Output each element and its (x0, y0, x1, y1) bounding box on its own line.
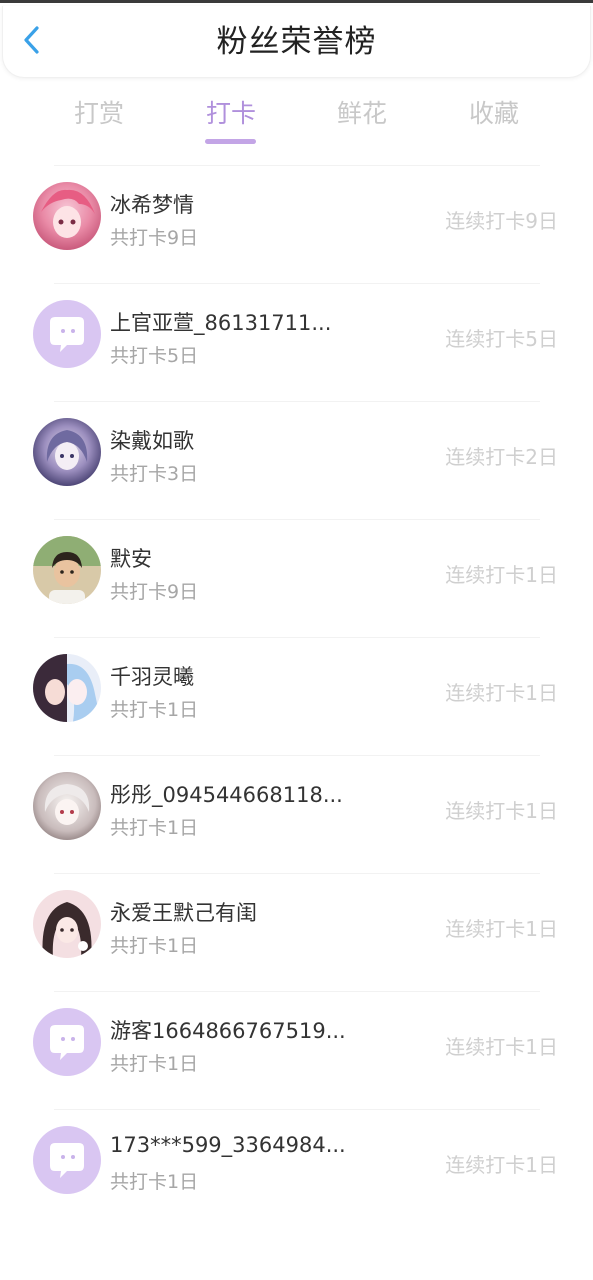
fan-name: 173***599_3364984... (110, 1133, 346, 1157)
streak-checkins: 连续打卡1日 (445, 1035, 558, 1059)
avatar (33, 300, 101, 368)
total-checkins: 共打卡9日 (110, 581, 199, 603)
active-tab-indicator (205, 139, 256, 144)
avatar (33, 418, 101, 486)
streak-checkins: 连续打卡1日 (445, 799, 558, 823)
avatar (33, 182, 101, 250)
list-item[interactable]: 千羽灵曦 共打卡1日 连续打卡1日 (0, 637, 593, 755)
streak-checkins: 连续打卡1日 (445, 681, 558, 705)
divider (54, 755, 540, 756)
divider (54, 873, 540, 874)
fan-name: 彤彤_094544668118... (110, 783, 343, 807)
list-item[interactable]: 游客1664866767519... 共打卡1日 连续打卡1日 (0, 991, 593, 1109)
list-item[interactable]: 默安 共打卡9日 连续打卡1日 (0, 519, 593, 637)
fan-name: 染戴如歌 (110, 429, 194, 453)
fan-name: 永爱王默己有闺 (110, 901, 257, 925)
list-item[interactable]: 173***599_3364984... 共打卡1日 连续打卡1日 (0, 1109, 593, 1227)
divider (54, 519, 540, 520)
chat-bubble-icon (33, 1126, 101, 1194)
tab-bar: 打赏 打卡 鲜花 收藏 (0, 84, 593, 154)
fan-name: 游客1664866767519... (110, 1019, 346, 1043)
avatar (33, 1126, 101, 1194)
divider (54, 1109, 540, 1110)
fan-name: 千羽灵曦 (110, 665, 194, 689)
divider (54, 637, 540, 638)
streak-checkins: 连续打卡1日 (445, 563, 558, 587)
total-checkins: 共打卡1日 (110, 699, 199, 721)
list-item[interactable]: 冰希梦情 共打卡9日 连续打卡9日 (0, 165, 593, 283)
total-checkins: 共打卡9日 (110, 227, 199, 249)
divider (54, 165, 540, 166)
avatar (33, 890, 101, 958)
total-checkins: 共打卡1日 (110, 817, 199, 839)
avatar (33, 772, 101, 840)
list-item[interactable]: 上官亚萱_86131711... 共打卡5日 连续打卡5日 (0, 283, 593, 401)
avatar (33, 536, 101, 604)
total-checkins: 共打卡5日 (110, 345, 199, 367)
list-item[interactable]: 彤彤_094544668118... 共打卡1日 连续打卡1日 (0, 755, 593, 873)
avatar (33, 654, 101, 722)
divider (54, 401, 540, 402)
page-title: 粉丝荣誉榜 (216, 24, 377, 60)
divider (54, 283, 540, 284)
streak-checkins: 连续打卡5日 (445, 327, 558, 351)
chat-bubble-icon (33, 300, 101, 368)
total-checkins: 共打卡1日 (110, 1171, 199, 1193)
tab-favorites[interactable]: 收藏 (439, 94, 549, 130)
divider (54, 991, 540, 992)
chat-bubble-icon (33, 1008, 101, 1076)
tab-flowers[interactable]: 鲜花 (307, 94, 417, 130)
avatar (33, 1008, 101, 1076)
streak-checkins: 连续打卡9日 (445, 209, 558, 233)
streak-checkins: 连续打卡1日 (445, 917, 558, 941)
streak-checkins: 连续打卡2日 (445, 445, 558, 469)
list-item[interactable]: 永爱王默己有闺 共打卡1日 连续打卡1日 (0, 873, 593, 991)
tab-checkin[interactable]: 打卡 (176, 94, 286, 130)
total-checkins: 共打卡3日 (110, 463, 199, 485)
streak-checkins: 连续打卡1日 (445, 1153, 558, 1177)
total-checkins: 共打卡1日 (110, 935, 199, 957)
fan-name: 默安 (110, 547, 152, 571)
tab-reward[interactable]: 打赏 (44, 94, 154, 130)
fan-name: 冰希梦情 (110, 193, 194, 217)
list-item[interactable]: 染戴如歌 共打卡3日 连续打卡2日 (0, 401, 593, 519)
fan-name: 上官亚萱_86131711... (110, 311, 332, 335)
total-checkins: 共打卡1日 (110, 1053, 199, 1075)
